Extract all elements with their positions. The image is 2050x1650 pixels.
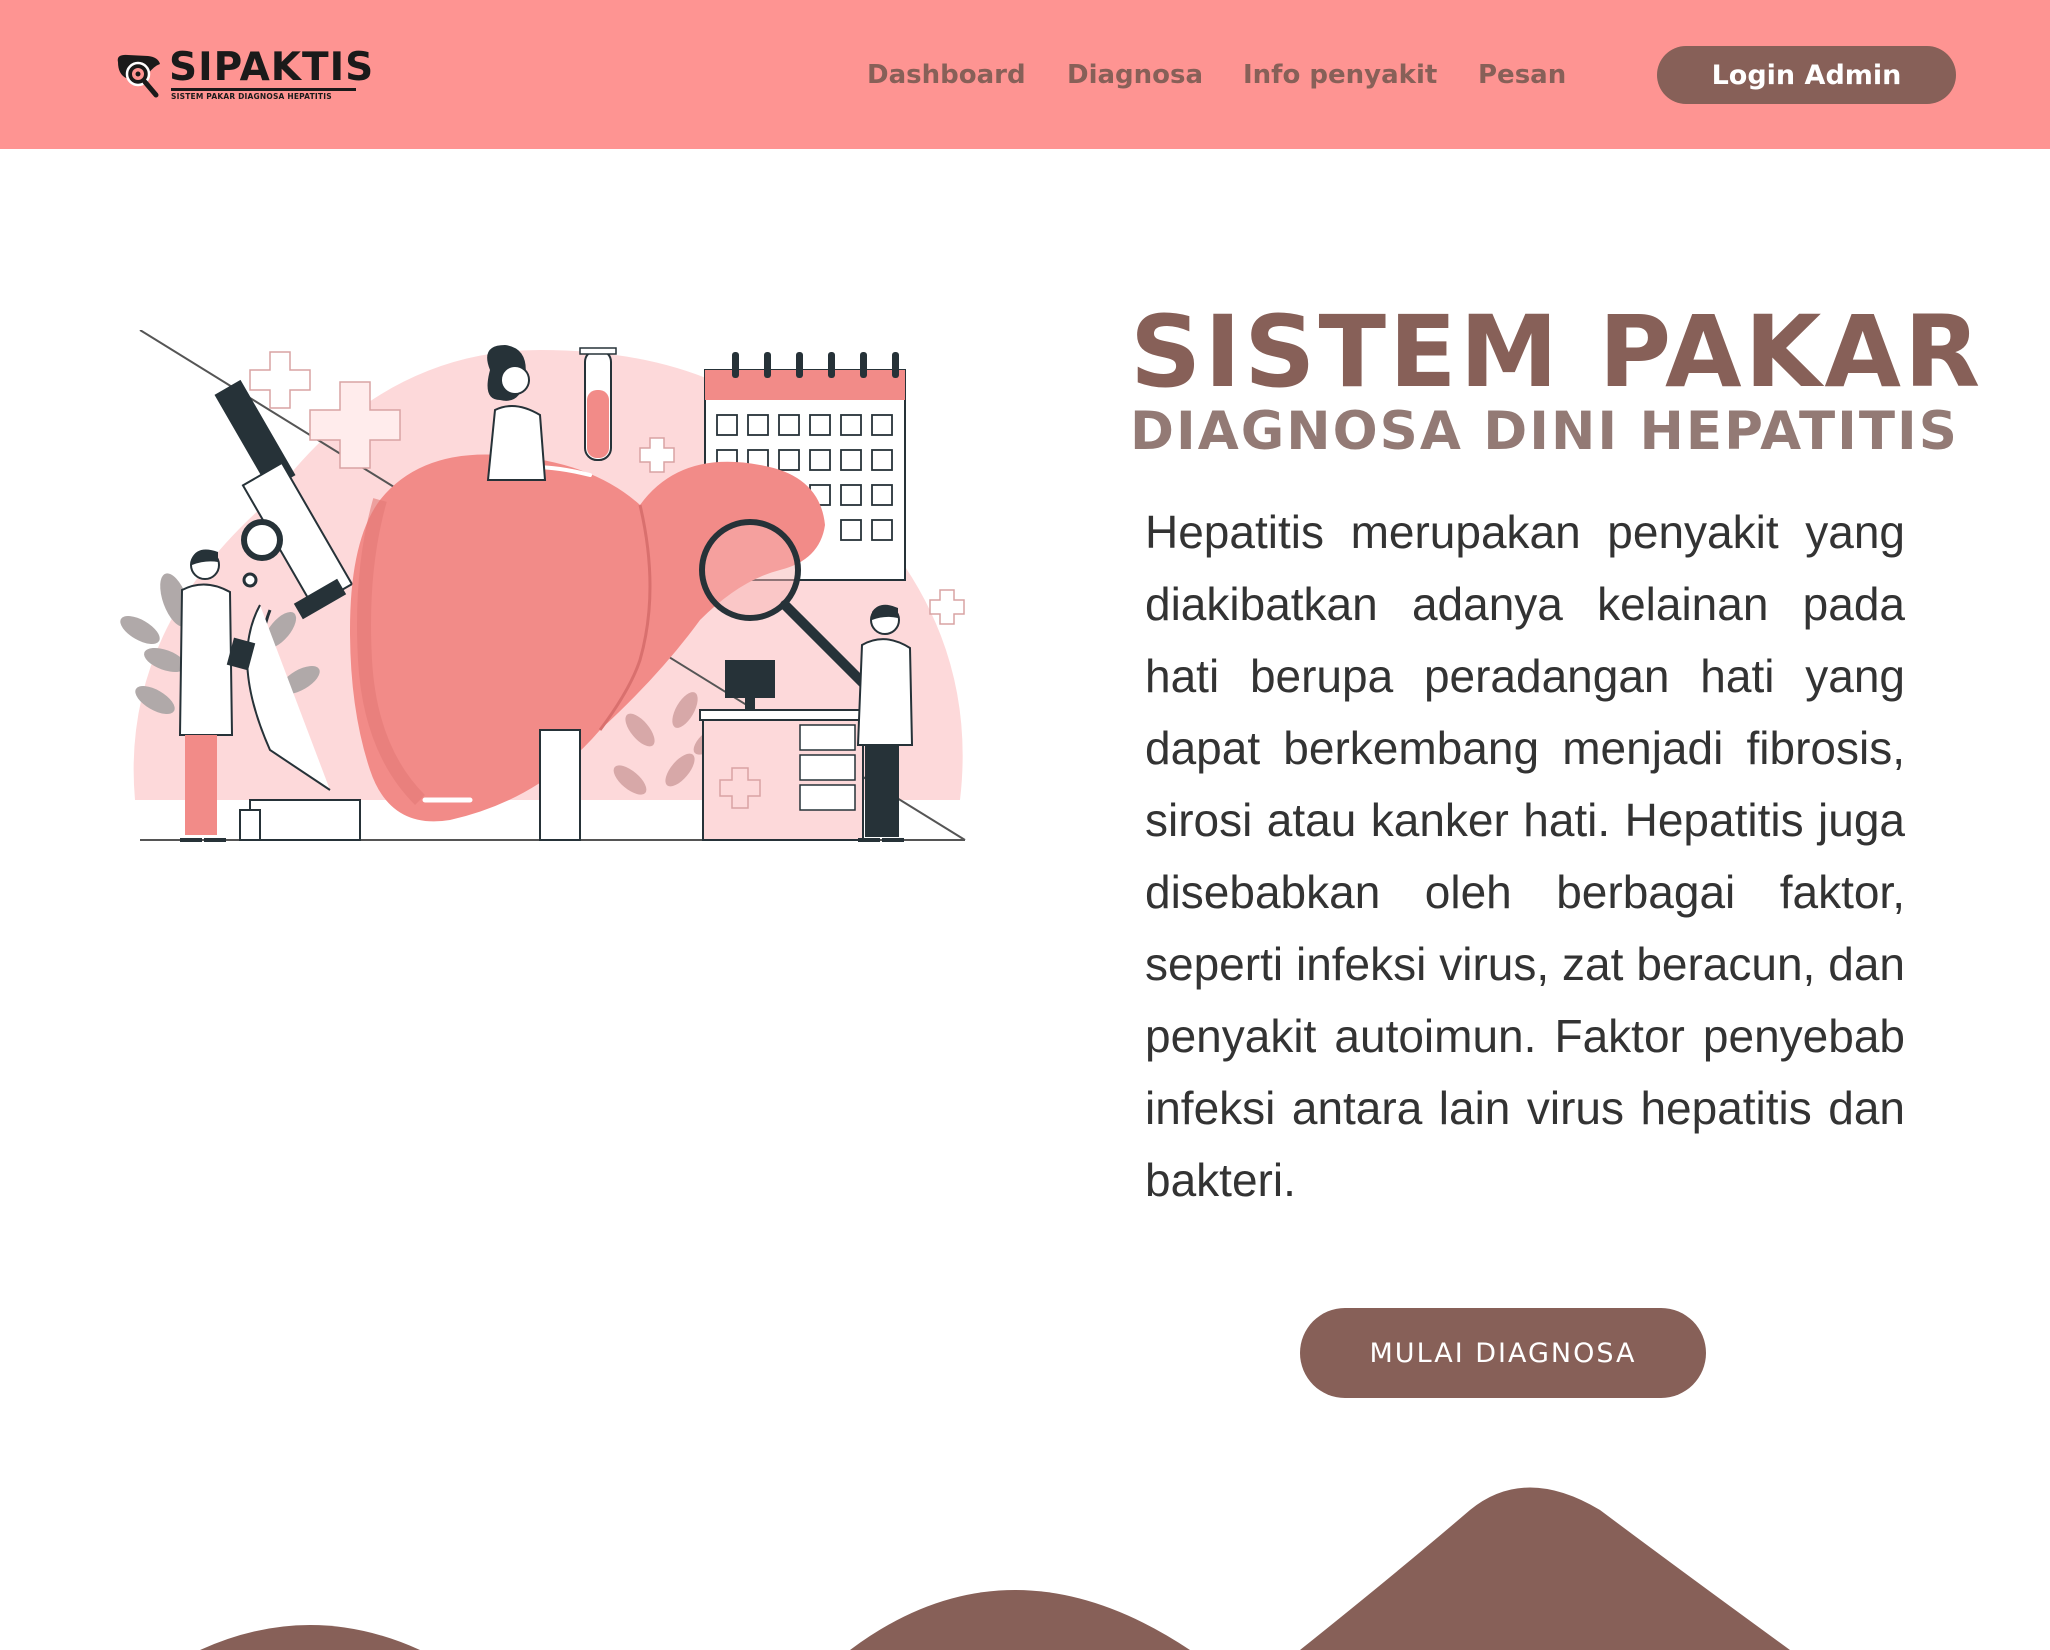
liver-magnifier-icon — [117, 54, 160, 98]
navbar: SIPAKTIS SISTEM PAKAR DIAGNOSA HEPATITIS… — [0, 0, 2050, 149]
brand-underline — [171, 88, 356, 91]
hero-description: Hepatitis merupakan penyakit yang diakib… — [1145, 506, 1905, 1206]
hero-title: SISTEM PAKAR — [1130, 295, 1984, 410]
nav-diagnosa[interactable]: Diagnosa — [1067, 58, 1203, 92]
login-admin-button[interactable]: Login Admin — [1657, 46, 1956, 104]
nav-dashboard[interactable]: Dashboard — [867, 58, 1026, 92]
brand-logo[interactable]: SIPAKTIS SISTEM PAKAR DIAGNOSA HEPATITIS — [114, 46, 373, 102]
nav-info-penyakit[interactable]: Info penyakit — [1243, 58, 1437, 92]
decorative-hills — [200, 1487, 1790, 1650]
brand-name: SIPAKTIS — [169, 45, 375, 90]
nav-pesan[interactable]: Pesan — [1478, 58, 1566, 92]
brand-subtitle: SISTEM PAKAR DIAGNOSA HEPATITIS — [171, 92, 332, 101]
hero-subtitle: DIAGNOSA DINI HEPATITIS — [1130, 401, 1959, 462]
mulai-diagnosa-button[interactable]: MULAI DIAGNOSA — [1300, 1308, 1706, 1398]
hepatitis-illustration — [120, 330, 966, 842]
